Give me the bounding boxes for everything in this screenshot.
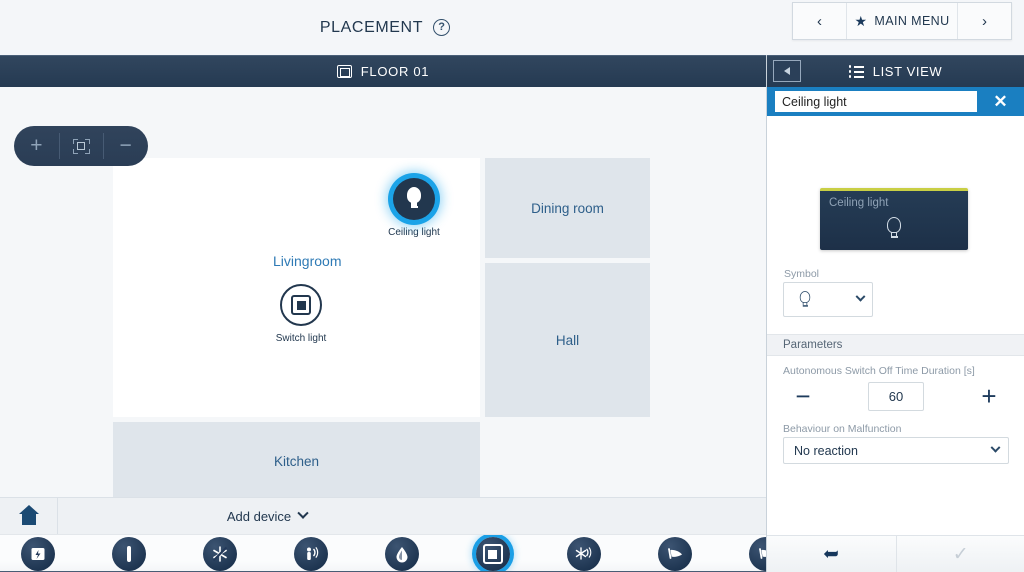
malfunction-select[interactable]: No reaction [783, 437, 1009, 464]
search-input[interactable] [775, 91, 977, 112]
zoom-out-button[interactable]: − [103, 126, 148, 166]
add-device-label: Add device [226, 508, 292, 524]
floorplan-icon [336, 65, 352, 78]
decrement-button[interactable]: − [783, 383, 823, 409]
plan-device-switch-light[interactable]: Switch light [251, 284, 351, 344]
main-menu-button[interactable]: ★ MAIN MENU [847, 3, 957, 39]
back-arrow-icon: ➥ [823, 543, 840, 565]
rain-alarm-icon [384, 537, 419, 571]
chevron-down-icon [855, 291, 866, 302]
page-title: PLACEMENT [319, 18, 424, 36]
prev-button[interactable]: ‹ [793, 3, 847, 39]
symbol-label: Symbol [784, 268, 820, 280]
malfunction-value: No reaction [794, 443, 858, 458]
zoom-controls: + − [14, 126, 148, 166]
search-bar: ✕ [767, 87, 1024, 116]
confirm-button[interactable]: ✓ [895, 536, 1024, 572]
palette-item-movement-detector[interactable]: Movement detect... [265, 535, 356, 572]
movement-detector-icon [293, 537, 328, 571]
panel-footer: ➥ ✓ [767, 535, 1024, 572]
palette-track: Socket Outlet Switch actuator [0, 535, 766, 572]
switchover-heating-icon [566, 537, 601, 571]
increment-button[interactable]: + [969, 383, 1009, 409]
rocker-switch-icon [280, 284, 322, 326]
lightbulb-icon [799, 290, 811, 309]
chevron-down-icon [990, 442, 1001, 453]
list-view-panel: LIST VIEW ✕ Ceiling light Symbol Paramet… [766, 55, 1024, 572]
socket-outlet-icon [20, 537, 55, 571]
room-dining[interactable]: Dining room [485, 158, 650, 258]
room-label: Kitchen [273, 453, 320, 469]
room-hall[interactable]: Hall [485, 263, 650, 417]
wind-icon [748, 537, 766, 571]
room-label: Hall [555, 332, 580, 348]
lightbulb-icon [393, 178, 435, 220]
plan-device-ceiling-light[interactable]: Ceiling light [364, 178, 464, 238]
main-menu-label: MAIN MENU [874, 14, 950, 28]
page-title-area: PLACEMENT ? [0, 0, 770, 55]
switch-off-time-label: Autonomous Switch Off Time Duration [s] [783, 365, 975, 377]
switch-off-time-stepper: − 60 + [783, 380, 1009, 412]
palette-item-wind-alarm[interactable]: Wind Alarm [629, 535, 720, 572]
question-circle-icon[interactable]: ? [433, 19, 451, 36]
checkmark-icon: ✓ [952, 543, 969, 565]
rocker-icon [475, 537, 510, 571]
next-button[interactable]: › [957, 3, 1011, 39]
list-view-header: LIST VIEW [767, 55, 1024, 87]
palette-item-switch-actuator[interactable]: Switch actuator [83, 535, 174, 572]
chevron-down-icon [297, 507, 309, 519]
floor-header: FLOOR 01 [0, 55, 766, 87]
symbol-select[interactable] [783, 282, 873, 317]
frost-alarm-icon [202, 537, 237, 571]
lightbulb-icon [820, 217, 968, 241]
close-icon[interactable]: ✕ [977, 87, 1024, 116]
top-bar: PLACEMENT ? ‹ ★ MAIN MENU › [0, 0, 1024, 55]
device-card-ceiling-light[interactable]: Ceiling light [820, 188, 968, 250]
back-button[interactable]: ➥ [767, 536, 896, 572]
parameters-header: Parameters [767, 334, 1024, 356]
switch-off-time-value[interactable]: 60 [868, 381, 924, 411]
floor-title: FLOOR 01 [360, 64, 430, 79]
list-view-body: Ceiling light Symbol Parameters Autonomo… [767, 116, 1024, 543]
palette-item-frost-alarm[interactable]: Frost alarm [174, 535, 265, 572]
zoom-fit-button[interactable] [58, 126, 104, 166]
malfunction-label: Behaviour on Malfunction [783, 423, 902, 435]
wind-alarm-icon [657, 537, 692, 571]
device-card-title: Ceiling light [829, 197, 889, 209]
plan-device-label: Ceiling light [388, 227, 440, 238]
room-label-livingroom: Livingroom [273, 253, 342, 269]
plan-device-label: Switch light [275, 333, 327, 344]
zoom-in-button[interactable]: + [14, 126, 59, 166]
placement-pane: FLOOR 01 + − Kitchen Dining room Hall Li… [0, 55, 766, 572]
palette-item-socket-outlet[interactable]: Socket Outlet [0, 535, 83, 572]
list-view-title: LIST VIEW [872, 64, 943, 79]
floorplan-canvas[interactable]: + − Kitchen Dining room Hall Livingroom … [0, 87, 766, 497]
collapse-panel-icon[interactable] [773, 60, 801, 82]
palette-item-rocker[interactable]: Rocker [447, 535, 538, 572]
palette-item-switchover-heating[interactable]: Switchover heati... [538, 535, 629, 572]
add-device-bar: Add device [0, 497, 766, 535]
list-view-icon [848, 65, 864, 78]
palette-item-rain-alarm[interactable]: Rain alarm [356, 535, 447, 572]
switch-actuator-icon [111, 537, 146, 571]
room-kitchen[interactable]: Kitchen [113, 422, 480, 497]
home-button[interactable] [0, 497, 58, 535]
palette-item-wind[interactable]: Wind [720, 535, 766, 572]
main-menu-group: ‹ ★ MAIN MENU › [792, 2, 1012, 40]
star-icon: ★ [854, 12, 868, 29]
fit-to-screen-icon [72, 138, 90, 154]
application-root: PLACEMENT ? ‹ ★ MAIN MENU › FLOOR 01 + −… [0, 0, 1024, 572]
device-palette[interactable]: Socket Outlet Switch actuator [0, 534, 766, 572]
add-device-dropdown[interactable]: Add device [226, 507, 597, 524]
room-label: Dining room [531, 200, 604, 216]
